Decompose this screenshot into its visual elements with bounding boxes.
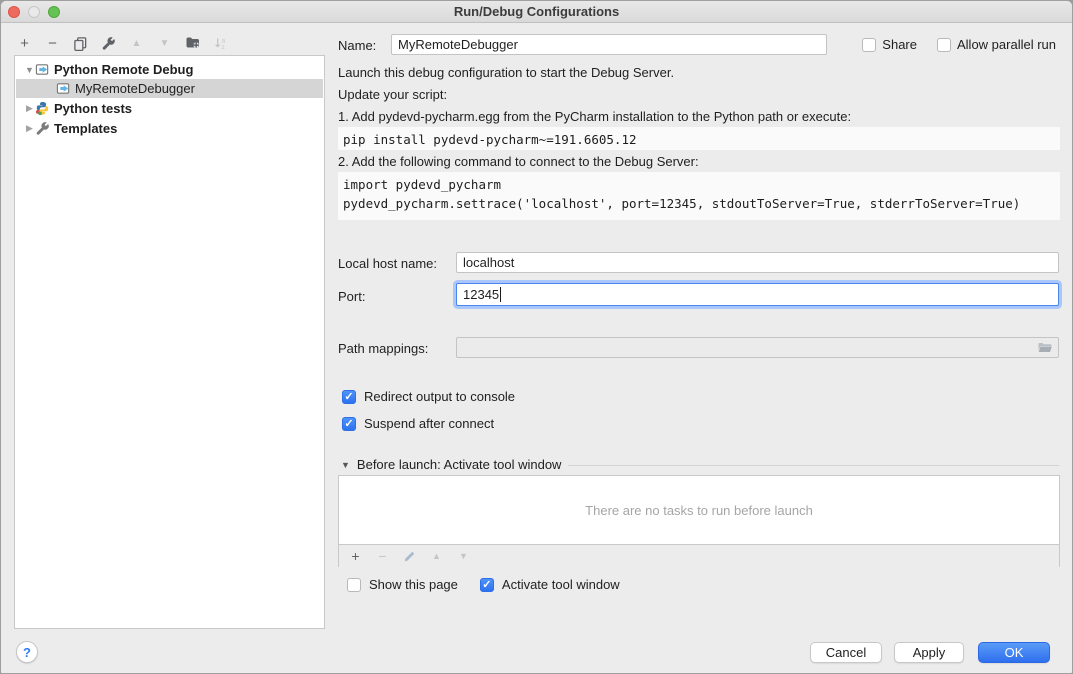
tree-toolbar: + − ▲ ▼ az <box>16 32 229 54</box>
tree-item-templates[interactable]: ▶ Templates <box>16 119 323 138</box>
suspend-after-connect-row: Suspend after connect <box>342 416 494 431</box>
copy-configuration-icon[interactable] <box>72 35 89 52</box>
settrace-code-block: import pydevd_pycharm pydevd_pycharm.set… <box>338 172 1060 220</box>
text-caret <box>500 287 501 302</box>
edit-templates-icon[interactable] <box>100 35 117 52</box>
sort-alphabetically-icon[interactable]: az <box>212 35 229 52</box>
configurations-tree: ▼ Python Remote Debug MyRemoteDebugger ▶ <box>14 55 325 629</box>
before-launch-task-list: There are no tasks to run before launch … <box>338 475 1060 567</box>
local-host-name-input[interactable] <box>456 252 1059 273</box>
suspend-after-connect-label[interactable]: Suspend after connect <box>364 416 494 431</box>
description-line-1: Launch this debug configuration to start… <box>338 65 674 80</box>
allow-parallel-run-checkbox[interactable] <box>937 38 951 52</box>
redirect-output-checkbox[interactable] <box>342 390 356 404</box>
code-line: import pydevd_pycharm <box>343 177 501 192</box>
tree-item-myremotedebugger[interactable]: MyRemoteDebugger <box>16 79 323 98</box>
name-label: Name: <box>338 38 376 53</box>
tree-item-python-remote-debug[interactable]: ▼ Python Remote Debug <box>16 60 323 79</box>
move-up-icon[interactable]: ▲ <box>128 35 145 52</box>
page-options-row: Show this page Activate tool window <box>347 577 620 592</box>
ok-button[interactable]: OK <box>978 642 1050 663</box>
code-line: pydevd_pycharm.settrace('localhost', por… <box>343 196 1020 211</box>
browse-folder-icon[interactable] <box>1037 340 1053 359</box>
tree-item-label: Templates <box>54 121 117 136</box>
task-list-toolbar: + − ▲ ▼ <box>339 544 1059 567</box>
move-task-up-icon[interactable]: ▲ <box>429 549 444 564</box>
add-task-icon[interactable]: + <box>348 549 363 564</box>
tree-item-label: Python tests <box>54 101 132 116</box>
chevron-expanded-icon[interactable]: ▼ <box>24 65 35 75</box>
window-title: Run/Debug Configurations <box>1 4 1072 19</box>
path-mappings-input[interactable] <box>456 337 1059 358</box>
header-rule <box>568 465 1059 466</box>
chevron-collapsed-icon[interactable]: ▶ <box>24 103 35 114</box>
path-mappings-label: Path mappings: <box>338 341 428 356</box>
titlebar: Run/Debug Configurations <box>1 1 1072 23</box>
tree-item-label: MyRemoteDebugger <box>75 81 195 96</box>
step-1-text: 1. Add pydevd-pycharm.egg from the PyCha… <box>338 109 851 124</box>
chevron-collapsed-icon[interactable]: ▶ <box>24 123 35 134</box>
activate-tool-window-checkbox[interactable] <box>480 578 494 592</box>
tree-item-python-tests[interactable]: ▶ Python tests <box>16 99 323 118</box>
description-line-2: Update your script: <box>338 87 447 102</box>
python-tests-icon <box>35 101 50 116</box>
before-launch-title: Before launch: Activate tool window <box>357 457 562 472</box>
name-input[interactable] <box>391 34 827 55</box>
move-task-down-icon[interactable]: ▼ <box>456 549 471 564</box>
remove-configuration-icon[interactable]: − <box>44 35 61 52</box>
new-folder-icon[interactable] <box>184 35 201 52</box>
add-configuration-icon[interactable]: + <box>16 35 33 52</box>
share-checkbox[interactable] <box>862 38 876 52</box>
edit-task-icon[interactable] <box>402 549 417 564</box>
before-launch-header[interactable]: ▼ Before launch: Activate tool window <box>341 457 1059 472</box>
pip-install-code-block: pip install pydevd-pycharm~=191.6605.12 <box>338 127 1060 150</box>
apply-button[interactable]: Apply <box>894 642 964 663</box>
redirect-output-row: Redirect output to console <box>342 389 515 404</box>
port-input[interactable] <box>456 283 1059 306</box>
show-this-page-checkbox[interactable] <box>347 578 361 592</box>
collapse-triangle-icon[interactable]: ▼ <box>341 460 350 470</box>
share-label[interactable]: Share <box>882 37 917 52</box>
redirect-output-label[interactable]: Redirect output to console <box>364 389 515 404</box>
suspend-after-connect-checkbox[interactable] <box>342 417 356 431</box>
wrench-icon <box>35 121 50 136</box>
local-host-name-label: Local host name: <box>338 256 437 271</box>
empty-task-list-text: There are no tasks to run before launch <box>339 476 1059 544</box>
port-label: Port: <box>338 289 365 304</box>
activate-tool-window-label[interactable]: Activate tool window <box>502 577 620 592</box>
step-2-text: 2. Add the following command to connect … <box>338 154 699 169</box>
remove-task-icon[interactable]: − <box>375 549 390 564</box>
run-config-icon <box>56 81 71 96</box>
share-parallel-row: Share Allow parallel run <box>862 37 1056 52</box>
tree-item-label: Python Remote Debug <box>54 62 193 77</box>
allow-parallel-run-label[interactable]: Allow parallel run <box>957 37 1056 52</box>
run-debug-configurations-dialog: Run/Debug Configurations + − ▲ ▼ az ▼ Py… <box>0 0 1073 674</box>
cancel-button[interactable]: Cancel <box>810 642 882 663</box>
svg-text:z: z <box>221 44 224 51</box>
move-down-icon[interactable]: ▼ <box>156 35 173 52</box>
show-this-page-label[interactable]: Show this page <box>369 577 458 592</box>
help-button[interactable]: ? <box>16 641 38 663</box>
run-config-icon <box>35 62 50 77</box>
